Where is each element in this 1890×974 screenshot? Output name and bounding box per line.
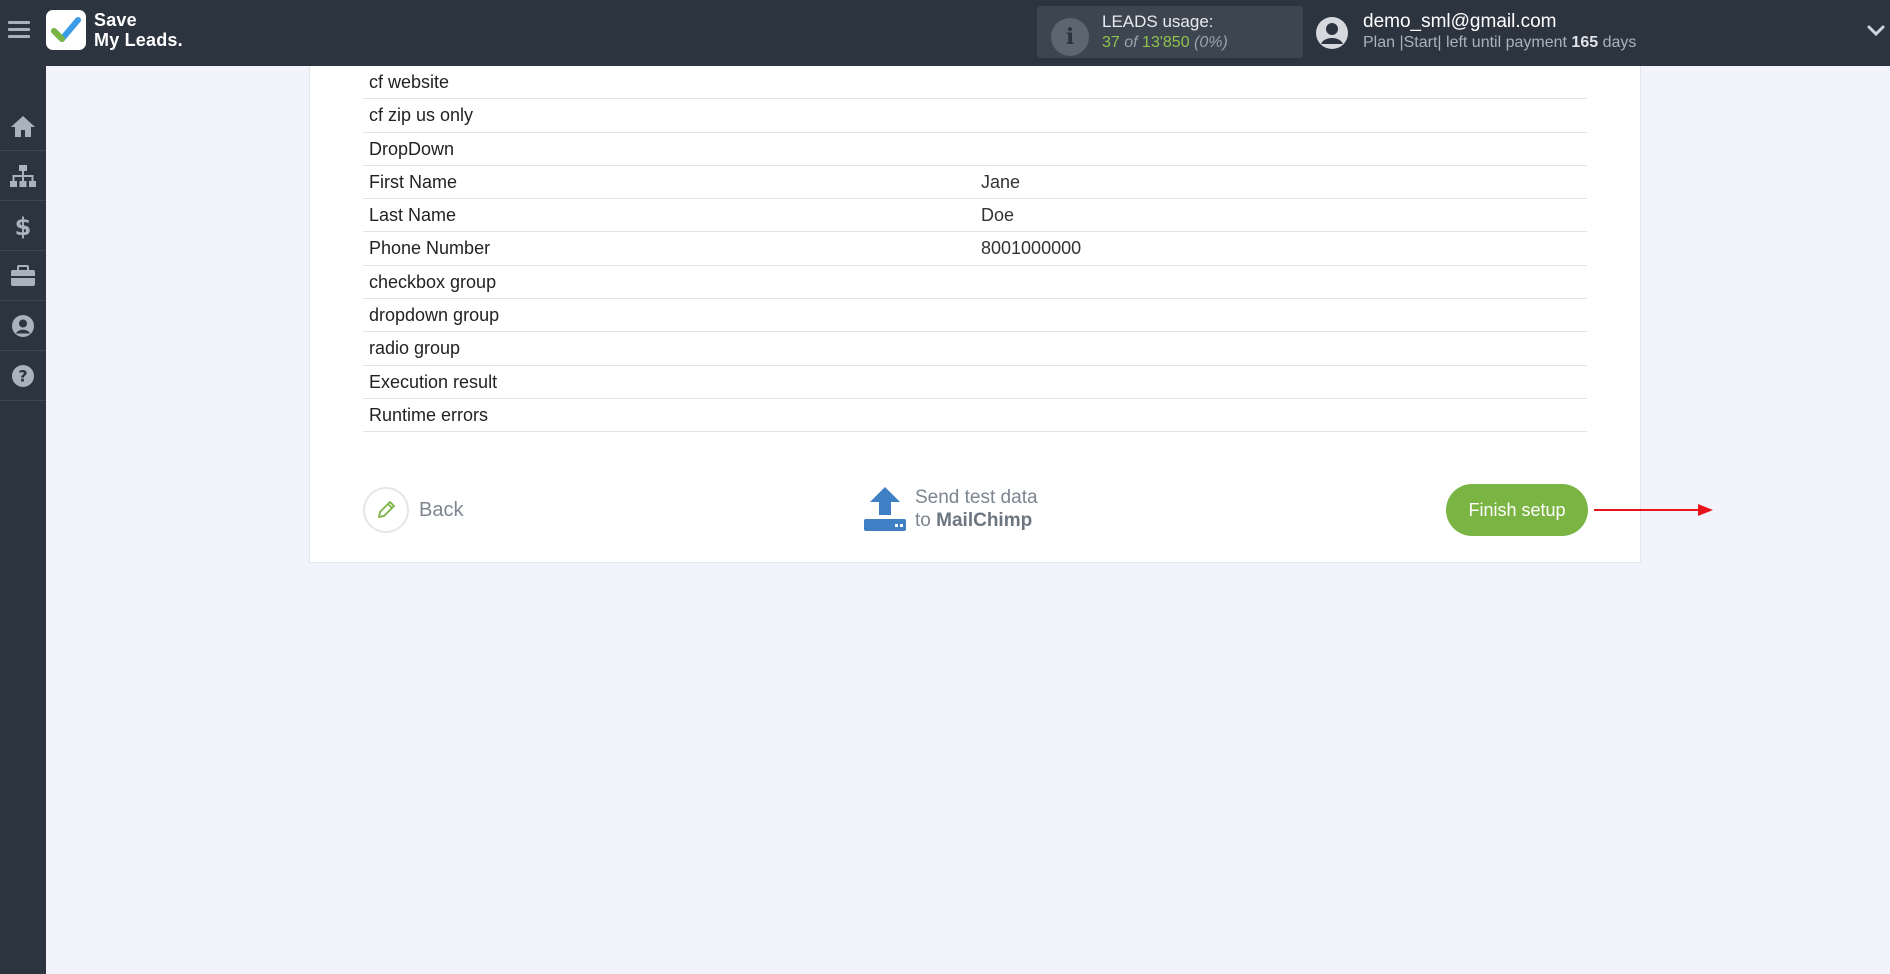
pencil-icon <box>363 487 409 533</box>
plan-days: 165 <box>1571 34 1599 51</box>
send-line-2: to MailChimp <box>915 509 1038 532</box>
account-email[interactable]: demo_sml@gmail.com <box>1363 11 1557 33</box>
menu-icon[interactable] <box>8 21 30 43</box>
send-test-data-button[interactable]: Send test data to MailChimp <box>863 484 1038 534</box>
field-name: DropDown <box>369 138 455 159</box>
field-name: Last Name <box>369 205 457 226</box>
plan-text: Plan |Start| left until payment <box>1363 34 1567 51</box>
sidebar-item-profile[interactable] <box>0 301 46 351</box>
table-row: Last Name Doe <box>363 199 1587 233</box>
leads-usage-count: 37 of 13'850 (0%) <box>1102 34 1228 52</box>
table-row: Runtime errors <box>363 399 1587 433</box>
field-name: Runtime errors <box>369 404 489 425</box>
field-name: Phone Number <box>369 238 491 259</box>
back-label: Back <box>419 498 464 521</box>
table-row: Phone Number 8001000000 <box>363 232 1587 266</box>
leads-usage-label: LEADS usage: <box>1102 12 1214 31</box>
send-target: MailChimp <box>936 510 1033 531</box>
sidebar-item-connections[interactable] <box>0 151 46 201</box>
field-name: First Name <box>369 171 458 192</box>
field-name: cf website <box>369 72 450 92</box>
upload-icon <box>864 487 906 531</box>
svg-text:$: $ <box>15 213 32 239</box>
sidebar-item-tools[interactable] <box>0 251 46 301</box>
annotation-arrow-head <box>1698 504 1713 516</box>
send-prefix: to <box>915 510 931 531</box>
table-row: cf zip us only <box>363 99 1587 133</box>
table-row: cf website <box>363 66 1587 100</box>
logo-line-2: My Leads. <box>94 30 183 50</box>
chevron-down-icon[interactable] <box>1866 20 1886 40</box>
fields-table: cf website cf zip us only DropDown First Na… <box>363 66 1587 433</box>
account-avatar-icon[interactable] <box>1315 16 1349 50</box>
leads-of: of <box>1124 34 1138 51</box>
annotation-arrow <box>1594 509 1700 511</box>
leads-used: 37 <box>1102 34 1120 51</box>
help-icon: ? <box>12 364 34 387</box>
back-button[interactable]: Back <box>363 486 463 534</box>
field-value: Jane <box>981 171 1021 192</box>
table-row: DropDown <box>363 133 1587 166</box>
table-row: radio group <box>363 332 1587 366</box>
leads-total: 13'850 <box>1142 34 1190 51</box>
logo-line-1: Save <box>94 10 137 30</box>
sidebar-item-home[interactable] <box>0 101 46 151</box>
field-name: dropdown group <box>369 305 500 326</box>
plan-days-suffix: days <box>1602 34 1637 51</box>
table-row: First Name Jane <box>363 166 1587 200</box>
table-row: Execution result <box>363 366 1587 399</box>
logo-text[interactable]: Save My Leads. <box>94 10 183 50</box>
home-icon <box>11 115 35 137</box>
finish-setup-button[interactable]: Finish setup <box>1446 484 1588 536</box>
sidebar: $ ? <box>0 66 46 974</box>
leads-usage-panel: i LEADS usage: 37 of 13'850 (0%) <box>1037 6 1303 58</box>
table-row: checkbox group <box>363 266 1587 300</box>
top-bar: Save My Leads. i LEADS usage: 37 of 13'8… <box>0 0 1890 66</box>
table-row: dropdown group <box>363 299 1587 333</box>
send-line-1: Send test data <box>915 487 1038 508</box>
field-name: Execution result <box>369 371 498 392</box>
sidebar-item-billing[interactable]: $ <box>0 201 46 251</box>
dollar-icon: $ <box>15 213 32 239</box>
logo-icon[interactable] <box>46 10 86 50</box>
send-test-data-label: Send test data to MailChimp <box>915 486 1038 532</box>
svg-text:?: ? <box>18 366 27 385</box>
sitemap-icon <box>10 164 36 187</box>
account-plan: Plan |Start| left until payment 165 days <box>1363 34 1636 52</box>
user-icon <box>12 314 34 337</box>
sidebar-item-help[interactable]: ? <box>0 351 46 401</box>
field-value: Doe <box>981 205 1015 226</box>
field-value: 8001000000 <box>981 238 1082 259</box>
briefcase-icon <box>11 264 35 286</box>
field-name: checkbox group <box>369 271 497 292</box>
leads-percent: (0%) <box>1194 34 1228 51</box>
setup-card: cf website cf zip us only DropDown First Na… <box>309 66 1713 563</box>
field-name: radio group <box>369 338 461 359</box>
info-icon: i <box>1051 18 1089 56</box>
field-name: cf zip us only <box>369 105 474 126</box>
